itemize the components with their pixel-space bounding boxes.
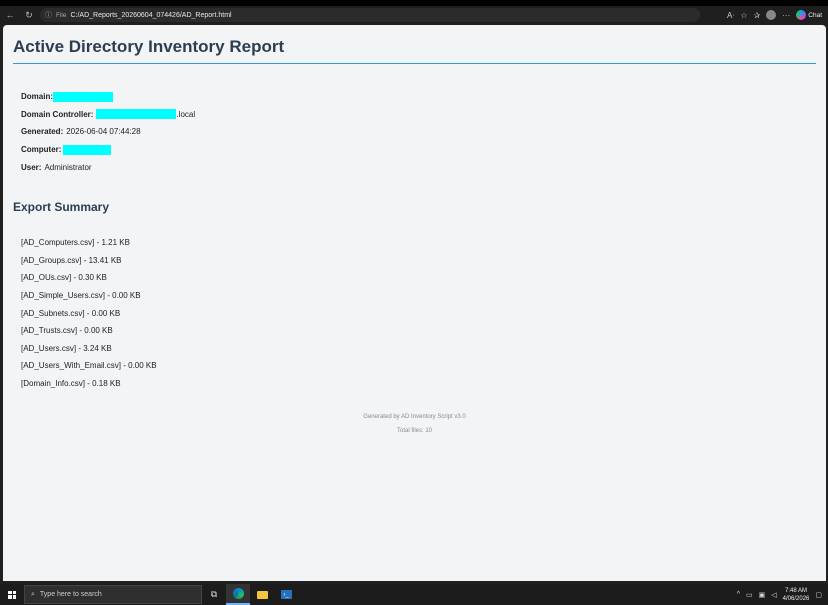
dc-label: Domain Controller: xyxy=(21,109,94,119)
info-computer: Computer: xyxy=(21,141,816,159)
domain-label: Domain: xyxy=(21,92,53,102)
list-item: [AD_Subnets.csv] - 0.00 KB xyxy=(21,308,121,318)
chevron-up-icon[interactable]: ^ xyxy=(737,591,740,598)
url-path[interactable]: C:/AD_Reports_20260604_074426/AD_Report.… xyxy=(70,12,231,19)
list-item: [AD_Users.csv] - 3.24 KB xyxy=(21,343,112,353)
user-label: User: xyxy=(21,162,42,172)
back-icon[interactable]: ← xyxy=(3,8,17,22)
generated-label: Generated: xyxy=(21,127,64,137)
info-user: User: Administrator xyxy=(21,158,816,176)
taskbar-search[interactable]: ⌕ Type here to search xyxy=(24,585,202,604)
dc-redaction xyxy=(96,109,177,120)
report-container: Active Directory Inventory Report Domain… xyxy=(13,25,816,438)
info-generated: Generated: 2026-06-04 07:44:28 xyxy=(21,123,816,141)
favorite-star-icon[interactable]: ☆ xyxy=(740,11,747,20)
folder-icon xyxy=(256,590,268,599)
volume-icon[interactable]: ◁ xyxy=(771,591,776,599)
address-bar[interactable]: ⓘ File C:/AD_Reports_20260604_074426/AD_… xyxy=(40,8,700,22)
notification-icon[interactable]: ▢ xyxy=(815,591,822,599)
list-item: [AD_OUs.csv] - 0.30 KB xyxy=(21,273,107,283)
chat-button[interactable]: Chat xyxy=(796,10,822,20)
report-info: Domain: Domain Controller: .local Genera… xyxy=(21,88,816,176)
clock[interactable]: 7:48 AM 4/06/2026 xyxy=(783,587,810,603)
favorites-icon[interactable]: ✰ xyxy=(754,11,761,20)
powershell-icon: ›_ xyxy=(280,590,292,599)
info-domain-controller: Domain Controller: .local xyxy=(21,106,816,124)
domain-redaction xyxy=(53,91,113,102)
clock-date: 4/06/2026 xyxy=(782,595,810,602)
refresh-icon[interactable]: ↻ xyxy=(22,8,36,22)
footer-total: Total files: 10 xyxy=(396,428,433,435)
page-content: Active Directory Inventory Report Domain… xyxy=(3,25,826,581)
dc-suffix: .local xyxy=(176,109,196,119)
network-icon[interactable]: ▭ xyxy=(746,591,753,599)
toolbar-right-icons: Aᐧ ☆ ✰ ··· Chat xyxy=(727,8,822,22)
info-icon[interactable]: ⓘ xyxy=(45,10,52,20)
footer-generated: Generated by AD Inventory Script v3.0 xyxy=(363,414,466,421)
search-icon: ⌕ xyxy=(31,590,35,598)
more-icon[interactable]: ··· xyxy=(782,11,790,20)
chat-label: Chat xyxy=(808,11,822,19)
generated-value: 2026-06-04 07:44:28 xyxy=(66,127,141,137)
file-list: [AD_Computers.csv] - 1.21 KB [AD_Groups.… xyxy=(21,234,816,392)
list-item: [Domain_Info.csv] - 0.18 KB xyxy=(21,379,121,389)
user-value: Administrator xyxy=(44,162,92,172)
computer-redaction xyxy=(63,144,112,155)
powershell-taskbar-app[interactable]: ›_ xyxy=(274,584,298,605)
task-view-button[interactable]: ⧉ xyxy=(202,584,226,605)
list-item: [AD_Groups.csv] - 13.41 KB xyxy=(21,255,122,265)
task-view-icon: ⧉ xyxy=(210,589,218,599)
taskbar: ⌕ Type here to search ⧉ ›_ ^ ▭ ▣ ◁ 7:48 … xyxy=(0,584,828,605)
list-item: [AD_Simple_Users.csv] - 0.00 KB xyxy=(21,291,141,301)
clock-time: 7:48 AM xyxy=(785,587,808,594)
computer-label: Computer: xyxy=(21,145,62,155)
explorer-taskbar-app[interactable] xyxy=(250,584,274,605)
list-item: [AD_Users_With_Email.csv] - 0.00 KB xyxy=(21,361,157,371)
browser-toolbar: ← ↻ ⓘ File C:/AD_Reports_20260604_074426… xyxy=(0,6,828,24)
edge-taskbar-app[interactable] xyxy=(226,584,250,605)
info-domain: Domain: xyxy=(21,88,816,106)
url-scheme: File xyxy=(56,11,67,19)
page-title: Active Directory Inventory Report xyxy=(13,25,816,64)
section-title: Export Summary xyxy=(13,199,110,214)
list-item: [AD_Trusts.csv] - 0.00 KB xyxy=(21,326,113,336)
copilot-icon xyxy=(796,10,807,20)
edge-icon xyxy=(232,588,244,599)
report-footer: Generated by AD Inventory Script v3.0 To… xyxy=(13,410,816,438)
search-placeholder: Type here to search xyxy=(39,591,102,598)
profile-avatar[interactable] xyxy=(766,10,777,20)
display-icon[interactable]: ▣ xyxy=(759,591,766,599)
windows-icon xyxy=(8,590,16,599)
system-tray: ^ ▭ ▣ ◁ 7:48 AM 4/06/2026 ▢ xyxy=(737,584,828,605)
start-button[interactable] xyxy=(0,584,24,605)
read-aloud-icon[interactable]: Aᐧ xyxy=(727,11,734,20)
list-item: [AD_Computers.csv] - 1.21 KB xyxy=(21,238,130,248)
